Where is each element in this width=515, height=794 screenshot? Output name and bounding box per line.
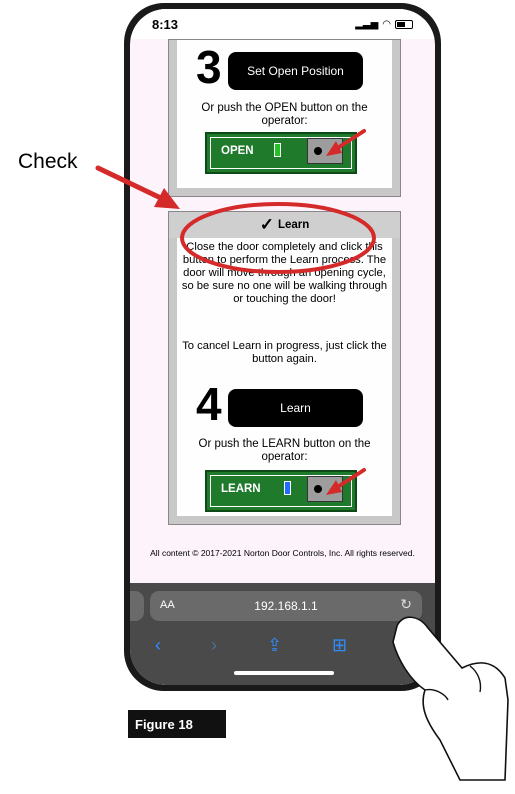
set-open-position-button[interactable]: Set Open Position (228, 52, 363, 90)
step4-note: Or push the LEARN button on the operator… (198, 438, 371, 463)
learn-label: LEARN (221, 483, 261, 495)
learn-panel-inner: Close the door completely and click this… (177, 238, 392, 516)
figure-caption: Figure 18 (128, 710, 226, 738)
phone-frame: 8:13 ▂▃▅ ◠ 3 Set Open Position Or push t… (124, 3, 441, 691)
home-indicator (234, 671, 334, 675)
operator-button-icon (307, 138, 343, 164)
address-bar[interactable]: AA 192.168.1.1 ↻ (150, 591, 422, 621)
learn-button[interactable]: Learn (228, 389, 363, 427)
button-dot-icon (314, 485, 322, 493)
status-time: 8:13 (152, 16, 179, 32)
forward-icon[interactable]: › (211, 635, 217, 656)
tabs-icon[interactable]: ⧉ (397, 635, 410, 656)
reload-icon[interactable]: ↻ (400, 596, 412, 613)
learn-panel: ✓ Learn Close the door completely and cl… (168, 211, 401, 525)
checkmark-icon: ✓ (259, 215, 274, 234)
signal-icon: ▂▃▅ (355, 18, 379, 30)
step3-number: 3 (196, 41, 222, 93)
back-icon[interactable]: ‹ (155, 635, 161, 656)
step3-panel-inner: 3 Set Open Position Or push the OPEN but… (177, 40, 392, 188)
button-dot-icon (314, 147, 322, 155)
blue-led-icon (284, 481, 291, 495)
url-text: 192.168.1.1 (254, 599, 318, 613)
bookmarks-icon[interactable]: ⊞ (332, 635, 347, 656)
step4-row: 4 Learn (177, 379, 392, 429)
share-icon[interactable]: ⇪ (267, 635, 282, 656)
open-label: OPEN (221, 145, 254, 157)
step3-note: Or push the OPEN button on the operator: (201, 102, 368, 127)
check-annotation-label: Check (18, 150, 78, 173)
learn-header-label: Learn (277, 219, 310, 231)
wifi-icon: ◠ (382, 18, 391, 30)
step3-panel: 3 Set Open Position Or push the OPEN but… (168, 39, 401, 197)
learn-operator-graphic: LEARN (205, 470, 357, 512)
browser-toolbar: AA 192.168.1.1 ↻ ‹ › ⇪ ⊞ ⧉ (130, 583, 435, 685)
operator-button-icon (307, 476, 343, 502)
previous-tab-peek[interactable] (130, 591, 144, 621)
learn-cancel-note: To cancel Learn in progress, just click … (182, 340, 387, 365)
battery-icon (395, 19, 413, 29)
step4-number: 4 (196, 378, 222, 430)
browser-nav-row: ‹ › ⇪ ⊞ ⧉ (130, 633, 435, 657)
learn-header[interactable]: ✓ Learn (169, 212, 400, 238)
phone-screen: 8:13 ▂▃▅ ◠ 3 Set Open Position Or push t… (130, 9, 435, 685)
learn-description: Close the door completely and click this… (181, 241, 388, 305)
open-operator-graphic: OPEN (205, 132, 357, 174)
step3-row: 3 Set Open Position (177, 42, 392, 92)
status-bar: 8:13 ▂▃▅ ◠ (130, 9, 435, 39)
copyright-footer: All content © 2017-2021 Norton Door Cont… (150, 548, 415, 558)
green-led-icon (274, 143, 281, 157)
reader-aa-button[interactable]: AA (160, 599, 175, 611)
status-icons: ▂▃▅ ◠ (355, 19, 413, 30)
